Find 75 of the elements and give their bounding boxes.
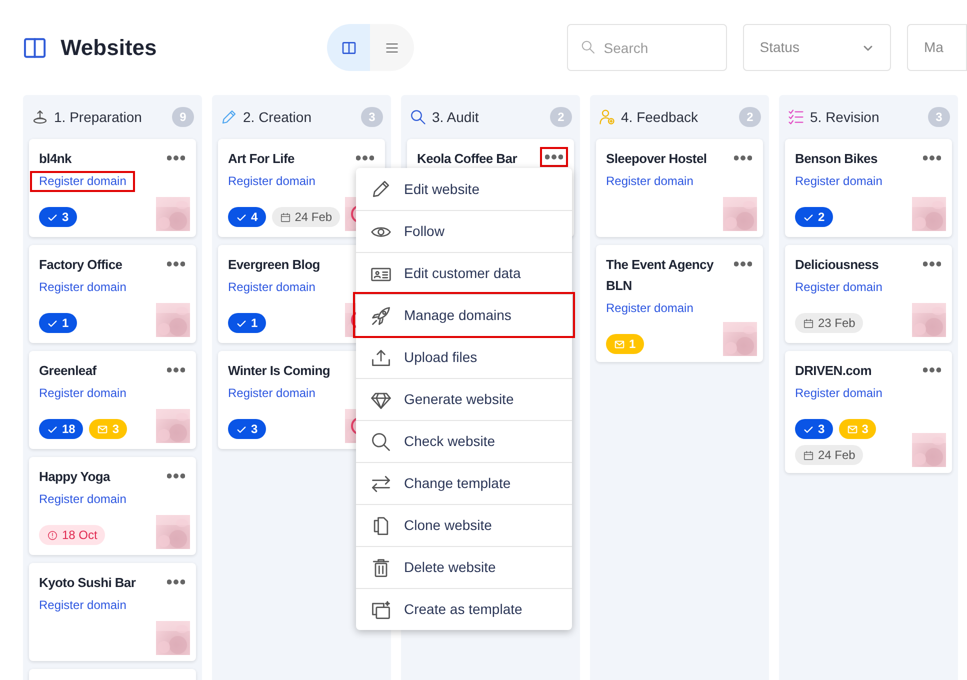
status-dropdown[interactable]: Status bbox=[742, 24, 891, 71]
badge-text: 3 bbox=[862, 421, 868, 438]
column-title: 2. Creation bbox=[243, 108, 312, 126]
badge-text: 2 bbox=[818, 209, 825, 226]
card-title: Sleepover Hostel bbox=[606, 150, 707, 168]
register-domain-link[interactable]: Register domain bbox=[606, 300, 694, 317]
card-title: The Event Agency BLN bbox=[606, 256, 714, 295]
page-title: Websites bbox=[60, 34, 157, 62]
menu-item[interactable]: Check website bbox=[356, 420, 572, 462]
column-title: 1. Preparation bbox=[54, 108, 143, 127]
menu-item[interactable]: Upload files bbox=[356, 336, 572, 378]
website-card[interactable]: The Event Agency BLN Register domain 1 bbox=[596, 245, 763, 362]
card-title: Greenleaf bbox=[39, 362, 96, 380]
badge-text: 3 bbox=[818, 421, 825, 438]
badge-text: 1 bbox=[62, 315, 69, 332]
register-domain-link[interactable]: Register domain bbox=[228, 385, 316, 402]
card-title: Winter Is Coming bbox=[228, 362, 330, 380]
badge-text: 1 bbox=[629, 336, 636, 353]
badge-text: 3 bbox=[112, 421, 120, 438]
badge-text: 3 bbox=[62, 209, 69, 226]
count-badge: 3 bbox=[361, 107, 383, 127]
register-domain-link[interactable]: Register domain bbox=[39, 597, 126, 614]
badge-text: 24 Feb bbox=[294, 209, 332, 226]
register-domain-link[interactable]: Register domain bbox=[228, 279, 316, 296]
menu-item[interactable]: Change template bbox=[356, 462, 572, 504]
count-badge: 2 bbox=[739, 107, 761, 127]
card-title: Kyoto Sushi Bar bbox=[39, 574, 136, 592]
menu-item[interactable]: Edit customer data bbox=[356, 252, 572, 294]
website-card[interactable]: bl4nk Register domain 3 bbox=[29, 139, 196, 237]
badge-text: 23 Feb bbox=[818, 315, 856, 332]
menu-item[interactable]: Generate website bbox=[356, 378, 572, 420]
badge-text: 24 Feb bbox=[818, 447, 856, 464]
website-card[interactable]: Greenleaf Register domain 18 3 bbox=[29, 351, 196, 449]
search-field[interactable]: Search bbox=[566, 24, 727, 71]
website-card[interactable]: Happy Yoga Register domain 18 Oct bbox=[29, 457, 196, 555]
badge-text: 4 bbox=[251, 209, 258, 226]
filter-dropdown[interactable]: Ma bbox=[907, 24, 967, 71]
menu-item[interactable]: Create as template bbox=[356, 588, 572, 630]
register-domain-link[interactable]: Register domain bbox=[30, 171, 136, 192]
badge-text: 1 bbox=[251, 315, 258, 332]
card-title: Factory Office bbox=[39, 256, 122, 274]
menu-item[interactable]: Clone website bbox=[356, 504, 572, 546]
register-domain-link[interactable]: Register domain bbox=[39, 279, 126, 296]
card-title: Evergreen Blog bbox=[228, 256, 320, 274]
register-domain-link[interactable]: Register domain bbox=[795, 279, 882, 296]
card-title: DRIVEN.com bbox=[795, 362, 872, 380]
website-card[interactable]: Deliciousness Register domain 23 Feb bbox=[785, 245, 952, 343]
column-title: 4. Feedback bbox=[621, 108, 700, 126]
badge-text: 18 bbox=[62, 421, 76, 438]
register-domain-link[interactable]: Register domain bbox=[795, 385, 882, 402]
count-badge: 2 bbox=[550, 107, 572, 127]
menu-item[interactable]: Follow bbox=[356, 210, 572, 252]
column-title: 5. Revision bbox=[810, 108, 880, 126]
card-title: Art For Life bbox=[228, 150, 294, 168]
register-domain-link[interactable]: Register domain bbox=[39, 385, 126, 402]
website-card[interactable]: DRIVEN.com Register domain 3 3 24 Feb bbox=[785, 351, 952, 473]
column-title: 3. Audit bbox=[432, 108, 480, 126]
register-domain-link[interactable]: Register domain bbox=[39, 491, 126, 508]
card-title: Benson Bikes bbox=[795, 150, 878, 168]
register-domain-link[interactable]: Register domain bbox=[606, 173, 694, 190]
badge-text: 3 bbox=[251, 421, 258, 438]
card-title: bl4nk bbox=[39, 150, 72, 168]
count-badge: 3 bbox=[928, 107, 950, 127]
register-domain-link[interactable]: Register domain bbox=[795, 173, 882, 190]
badge-text: 18 Oct bbox=[62, 527, 98, 544]
register-domain-link[interactable]: Register domain bbox=[228, 173, 316, 190]
card-title: Keola Coffee Bar bbox=[417, 150, 517, 168]
menu-item[interactable]: Delete website bbox=[356, 546, 572, 588]
website-card[interactable]: Benson Bikes Register domain 2 bbox=[785, 139, 952, 237]
count-badge: 9 bbox=[172, 107, 194, 127]
card-title: Deliciousness bbox=[795, 256, 879, 274]
website-card[interactable]: Kyoto Sushi Bar Register domain bbox=[29, 563, 196, 661]
website-card[interactable]: Sleepover Hostel Register domain bbox=[596, 139, 763, 237]
card-title: Happy Yoga bbox=[39, 468, 110, 486]
website-card[interactable]: Factory Office Register domain 1 bbox=[29, 245, 196, 343]
